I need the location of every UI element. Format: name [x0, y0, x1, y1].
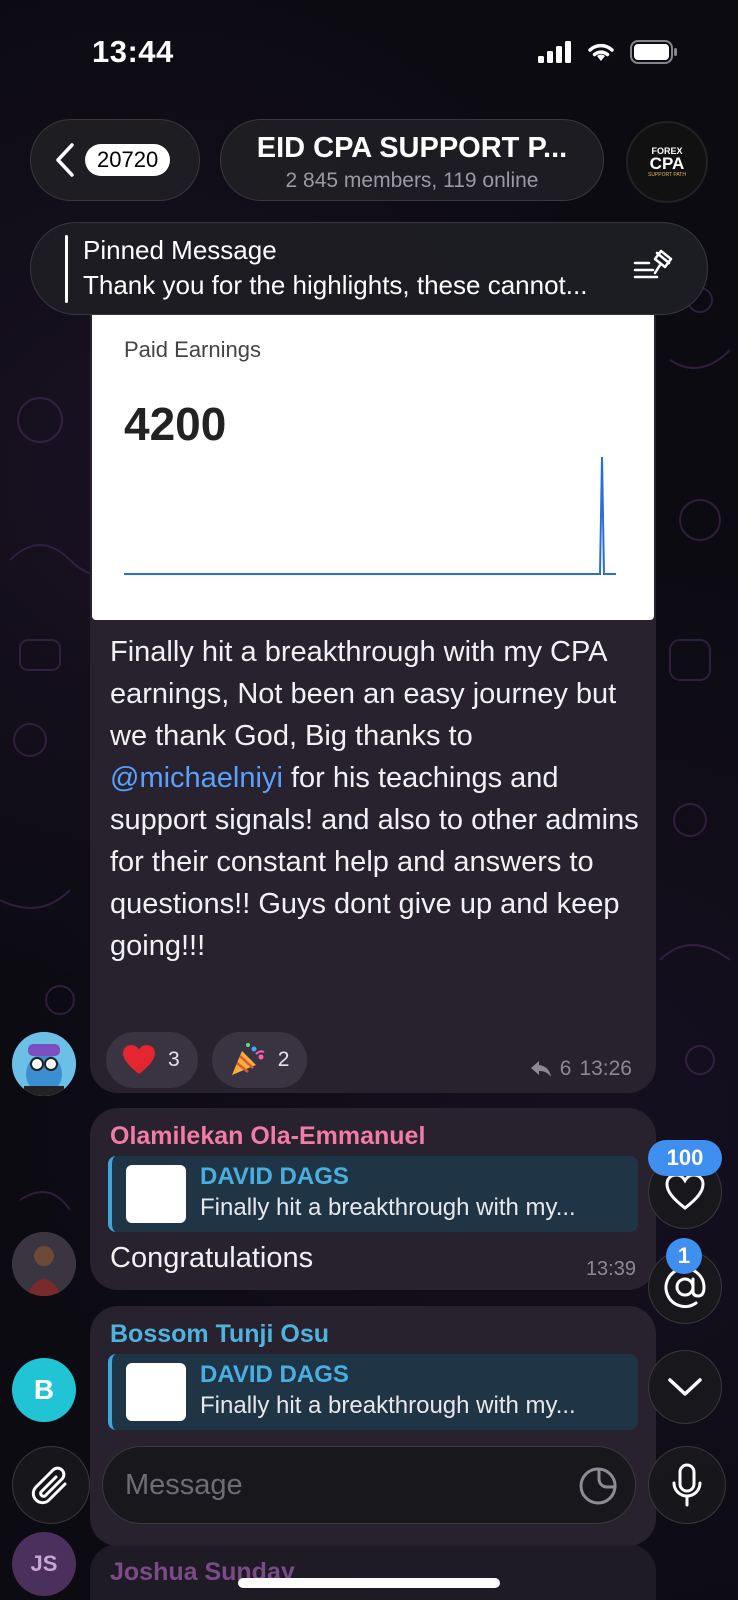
- chevron-down-icon: [668, 1378, 702, 1396]
- quote-text: Finally hit a breakthrough with my...: [200, 1194, 576, 1221]
- quote-thumbnail: [126, 1165, 186, 1223]
- heart-emoji-icon: [123, 1045, 155, 1074]
- message-time: 13:39: [585, 1258, 636, 1280]
- reaction-party[interactable]: 2: [211, 1032, 308, 1088]
- reactions-row: 3 2: [106, 1032, 308, 1088]
- status-icons: [538, 40, 678, 64]
- unread-count-badge: 20720: [85, 144, 171, 176]
- pin-list-icon[interactable]: [633, 249, 673, 283]
- sender-name[interactable]: Bossom Tunji Osu: [110, 1320, 329, 1349]
- group-avatar[interactable]: FOREX CPA SUPPORT PATH: [626, 121, 708, 203]
- reply-count: 6: [559, 1057, 572, 1080]
- quote-sender: DAVID DAGS: [200, 1163, 349, 1190]
- sender-avatar[interactable]: B: [12, 1358, 76, 1422]
- quote-text: Finally hit a breakthrough with my...: [200, 1392, 576, 1419]
- party-popper-icon: [231, 1043, 265, 1075]
- pinned-title: Pinned Message: [83, 235, 277, 265]
- user-mention-link[interactable]: @michaelniyi: [110, 762, 283, 794]
- reaction-count: 3: [168, 1048, 180, 1071]
- chat-title-button[interactable]: EID CPA SUPPORT P... 2 845 members, 119 …: [220, 119, 604, 201]
- person-photo-icon: [12, 1232, 76, 1296]
- scroll-down-button[interactable]: [648, 1350, 722, 1424]
- battery-icon: [630, 40, 677, 64]
- pinned-message-bar[interactable]: Pinned Message Thank you for the highlig…: [30, 222, 708, 315]
- reactions-badge: 100: [648, 1140, 722, 1176]
- group-name: EID CPA SUPPORT P...: [256, 132, 568, 164]
- message-time: 13:26: [579, 1057, 632, 1080]
- voice-record-button[interactable]: [648, 1446, 726, 1524]
- sender-avatar[interactable]: [12, 1232, 76, 1296]
- home-indicator[interactable]: [238, 1578, 500, 1588]
- earnings-sparkline: [124, 456, 616, 575]
- cartoon-avatar-icon: [12, 1032, 76, 1096]
- pinned-indicator: [65, 235, 68, 303]
- reaction-heart[interactable]: 3: [106, 1032, 198, 1088]
- sticker-icon[interactable]: [579, 1467, 617, 1505]
- quoted-message[interactable]: DAVID DAGS Finally hit a breakthrough wi…: [108, 1156, 638, 1232]
- quoted-message[interactable]: DAVID DAGS Finally hit a breakthrough wi…: [108, 1354, 638, 1430]
- pinned-text: Thank you for the highlights, these cann…: [83, 270, 588, 300]
- message-text: Finally hit a breakthrough with my CPA e…: [110, 631, 640, 967]
- status-time: 13:44: [92, 34, 174, 69]
- message-input[interactable]: [125, 1465, 545, 1505]
- message-bubble[interactable]: Paid Earnings 4200 Finally hit a breakth…: [90, 315, 656, 1093]
- sender-avatar[interactable]: [12, 1032, 76, 1096]
- paperclip-icon: [31, 1466, 67, 1505]
- wifi-icon: [588, 43, 614, 61]
- earnings-label: Paid Earnings: [124, 337, 261, 362]
- message-text: Congratulations: [110, 1242, 314, 1274]
- avatar-logo-main: CPA: [649, 154, 685, 173]
- attach-button[interactable]: [12, 1446, 90, 1524]
- back-button[interactable]: 20720: [30, 119, 200, 201]
- reply-message-bubble[interactable]: Olamilekan Ola-Emmanuel DAVID DAGS Final…: [90, 1108, 656, 1290]
- reply-arrow-icon: [530, 1061, 551, 1077]
- group-status: 2 845 members, 119 online: [285, 169, 539, 192]
- sender-avatar[interactable]: JS: [12, 1532, 76, 1596]
- message-text-part: Finally hit a breakthrough with my CPA e…: [110, 636, 617, 752]
- microphone-icon: [672, 1463, 702, 1507]
- status-bar: 13:44: [0, 0, 738, 100]
- heart-outline-icon: [665, 1173, 705, 1210]
- quote-sender: DAVID DAGS: [200, 1361, 349, 1388]
- mentions-badge: 1: [666, 1238, 702, 1274]
- avatar-logo-sub: SUPPORT PATH: [648, 172, 686, 178]
- message-input-container[interactable]: [102, 1446, 636, 1524]
- earnings-value: 4200: [124, 398, 227, 450]
- earnings-screenshot[interactable]: Paid Earnings 4200: [92, 315, 654, 620]
- signal-icon: [538, 41, 571, 63]
- quote-thumbnail: [126, 1363, 186, 1421]
- sender-name[interactable]: Olamilekan Ola-Emmanuel: [110, 1122, 425, 1151]
- reaction-count: 2: [277, 1048, 290, 1071]
- message-meta: 6 13:26: [530, 1057, 632, 1081]
- chevron-left-icon: [56, 143, 74, 177]
